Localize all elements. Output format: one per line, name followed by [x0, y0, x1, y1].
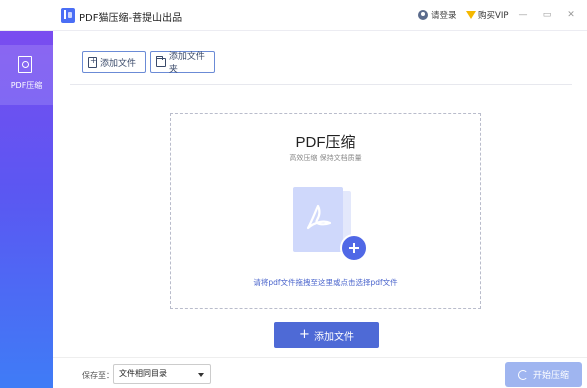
bottom-divider	[53, 357, 587, 358]
add-folder-toolbar-label: 添加文件夹	[168, 52, 205, 75]
buy-vip-link[interactable]: 购买VIP	[466, 9, 508, 21]
dropzone-title: PDF压缩	[295, 134, 356, 151]
plus-icon: +	[299, 327, 310, 342]
vip-label: 购买VIP	[478, 11, 509, 21]
acrobat-icon	[306, 204, 332, 230]
pdf-icon	[18, 56, 32, 73]
close-button[interactable]: ✕	[565, 9, 577, 21]
dropzone-subtitle: 高效压缩 保持文档质量	[289, 154, 362, 162]
app-title: PDF猫压缩-菩提山出品	[79, 13, 183, 24]
minimize-button[interactable]: —	[517, 9, 529, 21]
sidebar-item-pdf-compress[interactable]: PDF压缩	[0, 45, 53, 105]
vip-diamond-icon	[466, 11, 476, 19]
add-file-toolbar-label: 添加文件	[100, 58, 137, 69]
save-location-select[interactable]: 文件相同目录	[113, 364, 211, 384]
document-illustration	[293, 187, 343, 252]
save-to-label: 保存至：	[82, 371, 114, 380]
refresh-icon	[517, 369, 528, 380]
login-label: 请登录	[431, 11, 457, 21]
file-add-icon	[88, 56, 97, 68]
app-logo-icon	[61, 8, 75, 23]
save-location-value: 文件相同目录	[119, 369, 167, 378]
title-bar: PDF猫压缩-菩提山出品 请登录 购买VIP — ▭ ✕	[0, 0, 587, 31]
add-file-button-label: 添加文件	[313, 331, 354, 343]
add-file-button[interactable]: + 添加文件	[274, 322, 379, 348]
sidebar: PDF压缩	[0, 31, 53, 388]
plus-circle-icon	[340, 234, 368, 262]
add-file-toolbar-button[interactable]: 添加文件	[82, 51, 146, 73]
dropdown-caret-icon	[198, 373, 204, 377]
add-folder-toolbar-button[interactable]: 添加文件夹	[150, 51, 215, 75]
dropzone-hint: 请将pdf文件拖拽至这里或点击选择pdf文件	[253, 278, 398, 287]
sidebar-item-label: PDF压缩	[10, 81, 43, 90]
maximize-button[interactable]: ▭	[541, 9, 553, 21]
login-link[interactable]: 请登录	[418, 9, 457, 21]
start-compress-button[interactable]: 开始压缩	[505, 362, 582, 387]
user-icon	[418, 10, 428, 20]
file-drop-zone[interactable]: PDF压缩 高效压缩 保持文档质量 请将pdf文件拖拽至这里或点击选择pdf文件	[170, 113, 481, 309]
folder-add-icon	[156, 55, 166, 67]
start-compress-label: 开始压缩	[532, 371, 569, 381]
toolbar-divider	[70, 84, 572, 85]
